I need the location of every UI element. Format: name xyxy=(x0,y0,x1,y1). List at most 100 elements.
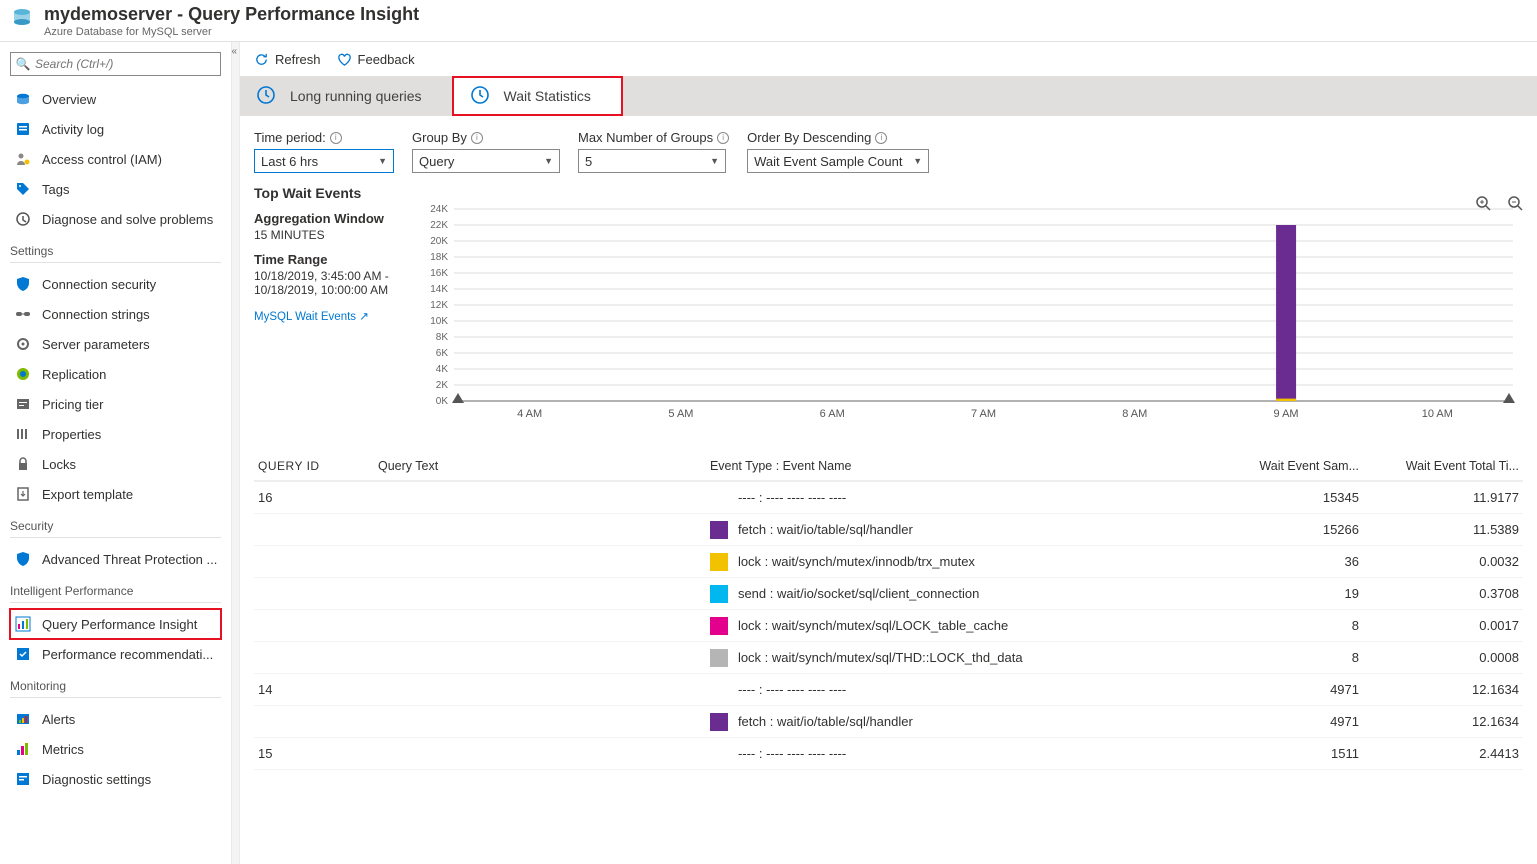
command-bar: Refresh Feedback xyxy=(240,42,1537,76)
sidebar-item-tags[interactable]: Tags xyxy=(10,174,221,204)
heart-icon xyxy=(337,52,352,67)
sidebar-item-metrics[interactable]: Metrics xyxy=(10,734,221,764)
svg-text:7 AM: 7 AM xyxy=(971,408,996,420)
sidebar-item-label: Locks xyxy=(42,457,76,472)
search-icon: 🔍 xyxy=(11,57,35,71)
lock-icon xyxy=(14,455,32,473)
sidebar-item-connection-security[interactable]: Connection security xyxy=(10,269,221,299)
table-sub-row[interactable]: send : wait/io/socket/sql/client_connect… xyxy=(254,578,1523,610)
tabs: Long running queries Wait Statistics xyxy=(240,76,1537,116)
page-title: mydemoserver - Query Performance Insight xyxy=(44,4,419,25)
info-icon[interactable]: i xyxy=(330,132,342,144)
sidebar-item-connection-strings[interactable]: Connection strings xyxy=(10,299,221,329)
col-wait-event-total-time[interactable]: Wait Event Total Ti... xyxy=(1363,459,1523,473)
table-sub-row[interactable]: lock : wait/synch/mutex/innodb/trx_mutex… xyxy=(254,546,1523,578)
sidebar-item-label: Server parameters xyxy=(42,337,150,352)
replication-icon xyxy=(14,365,32,383)
table-row[interactable]: 15---- : ---- ---- ---- ----15112.4413 xyxy=(254,738,1523,770)
sidebar-search[interactable]: 🔍 xyxy=(10,52,221,76)
sidebar-item-label: Export template xyxy=(42,487,133,502)
col-query-text[interactable]: Query Text xyxy=(374,459,706,473)
sidebar-item-label: Alerts xyxy=(42,712,75,727)
col-event-type[interactable]: Event Type : Event Name xyxy=(706,459,1223,473)
sidebar-item-query-performance-insight[interactable]: Query Performance Insight xyxy=(10,609,221,639)
color-swatch xyxy=(710,649,728,667)
sidebar-item-activity-log[interactable]: Activity log xyxy=(10,114,221,144)
chart-svg: 0K2K4K6K8K10K12K14K16K18K20K22K24K4 AM5 … xyxy=(404,201,1523,431)
filter-label-group-by: Group By xyxy=(412,130,467,145)
sidebar-item-access-control[interactable]: Access control (IAM) xyxy=(10,144,221,174)
info-icon[interactable]: i xyxy=(471,132,483,144)
sidebar-item-properties[interactable]: Properties xyxy=(10,419,221,449)
table-sub-row[interactable]: fetch : wait/io/table/sql/handler497112.… xyxy=(254,706,1523,738)
divider xyxy=(10,697,221,698)
sidebar-item-label: Query Performance Insight xyxy=(42,617,197,632)
table-row[interactable]: 16---- : ---- ---- ---- ----1534511.9177 xyxy=(254,482,1523,514)
refresh-button[interactable]: Refresh xyxy=(254,52,321,67)
sidebar-item-label: Connection security xyxy=(42,277,156,292)
agg-window-label: Aggregation Window xyxy=(254,211,390,226)
table-row[interactable]: 14---- : ---- ---- ---- ----497112.1634 xyxy=(254,674,1523,706)
svg-text:12K: 12K xyxy=(430,300,448,311)
activity-log-icon xyxy=(14,120,32,138)
shield-icon xyxy=(14,275,32,293)
qpi-icon xyxy=(14,615,32,633)
sidebar-item-export-template[interactable]: Export template xyxy=(10,479,221,509)
info-icon[interactable]: i xyxy=(875,132,887,144)
color-swatch xyxy=(710,553,728,571)
col-wait-event-sample[interactable]: Wait Event Sam... xyxy=(1223,459,1363,473)
sidebar-item-overview[interactable]: Overview xyxy=(10,84,221,114)
sidebar-item-locks[interactable]: Locks xyxy=(10,449,221,479)
search-input[interactable] xyxy=(35,53,220,75)
alerts-icon xyxy=(14,710,32,728)
tab-long-running-queries[interactable]: Long running queries xyxy=(240,76,452,116)
table-sub-row[interactable]: fetch : wait/io/table/sql/handler1526611… xyxy=(254,514,1523,546)
page-subtitle: Azure Database for MySQL server xyxy=(44,26,419,38)
sidebar-item-performance-recommendations[interactable]: Performance recommendati... xyxy=(10,639,221,669)
sidebar-item-replication[interactable]: Replication xyxy=(10,359,221,389)
shield-icon xyxy=(14,550,32,568)
filters: Time period:i Last 6 hrs▼ Group Byi Quer… xyxy=(240,116,1537,181)
sidebar-item-diagnose[interactable]: Diagnose and solve problems xyxy=(10,204,221,234)
sidebar-item-diagnostic-settings[interactable]: Diagnostic settings xyxy=(10,764,221,794)
filter-label-order-by: Order By Descending xyxy=(747,130,871,145)
svg-text:2K: 2K xyxy=(436,380,449,391)
refresh-icon xyxy=(254,52,269,67)
table-sub-row[interactable]: lock : wait/synch/mutex/sql/THD::LOCK_th… xyxy=(254,642,1523,674)
table-sub-row[interactable]: lock : wait/synch/mutex/sql/LOCK_table_c… xyxy=(254,610,1523,642)
recommendations-icon xyxy=(14,645,32,663)
sidebar-item-advanced-threat[interactable]: Advanced Threat Protection ... xyxy=(10,544,221,574)
color-swatch xyxy=(710,521,728,539)
svg-text:8K: 8K xyxy=(436,332,449,343)
sidebar-section-settings: Settings xyxy=(10,244,221,258)
diagnostic-icon xyxy=(14,770,32,788)
sidebar-item-label: Access control (IAM) xyxy=(42,152,162,167)
col-query-id[interactable]: QUERY ID xyxy=(254,459,374,473)
info-icon[interactable]: i xyxy=(717,132,729,144)
dropdown-order-by[interactable]: Wait Event Sample Count▼ xyxy=(747,149,929,173)
svg-text:4 AM: 4 AM xyxy=(517,408,542,420)
svg-text:16K: 16K xyxy=(430,268,448,279)
sidebar-item-server-parameters[interactable]: Server parameters xyxy=(10,329,221,359)
svg-text:24K: 24K xyxy=(430,204,448,215)
svg-text:20K: 20K xyxy=(430,236,448,247)
table-header: QUERY ID Query Text Event Type : Event N… xyxy=(254,452,1523,482)
iam-icon xyxy=(14,150,32,168)
sidebar-item-pricing-tier[interactable]: Pricing tier xyxy=(10,389,221,419)
tab-wait-statistics[interactable]: Wait Statistics xyxy=(452,76,623,116)
divider xyxy=(10,262,221,263)
zoom-in-icon[interactable] xyxy=(1475,195,1491,214)
dropdown-group-by[interactable]: Query▼ xyxy=(412,149,560,173)
sidebar-item-alerts[interactable]: Alerts xyxy=(10,704,221,734)
dropdown-time-period[interactable]: Last 6 hrs▼ xyxy=(254,149,394,173)
feedback-button[interactable]: Feedback xyxy=(337,52,415,67)
sidebar-scrollbar[interactable] xyxy=(231,42,239,864)
sidebar-item-label: Tags xyxy=(42,182,69,197)
svg-text:4K: 4K xyxy=(436,364,449,375)
page-header: mydemoserver - Query Performance Insight… xyxy=(0,0,1537,42)
sidebar-item-label: Connection strings xyxy=(42,307,150,322)
sidebar-item-label: Replication xyxy=(42,367,106,382)
zoom-out-icon[interactable] xyxy=(1507,195,1523,214)
mysql-wait-events-link[interactable]: MySQL Wait Events ↗ xyxy=(254,309,369,323)
dropdown-max-groups[interactable]: 5▼ xyxy=(578,149,726,173)
